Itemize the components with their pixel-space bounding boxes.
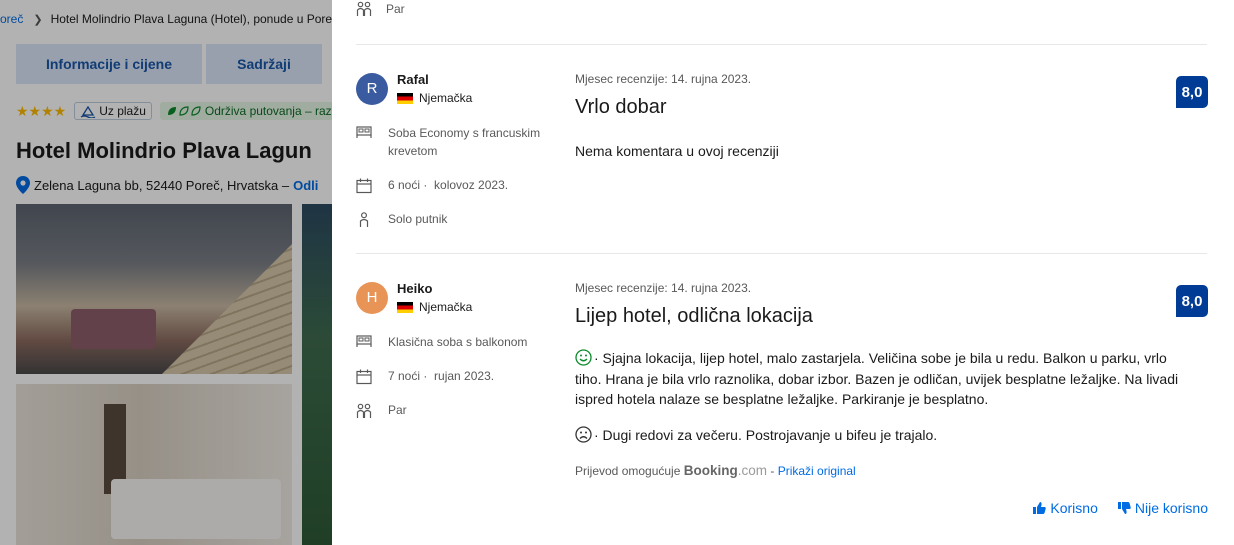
traveller-type-row: Solo putnik	[356, 210, 447, 228]
review-text: Nema komentara u ovoj recenziji	[575, 143, 779, 159]
review-score-badge: 8,0	[1176, 76, 1208, 108]
couple-icon	[356, 403, 372, 418]
couple-icon	[356, 1, 372, 16]
stay-month: rujan 2023.	[434, 369, 495, 383]
calendar-icon	[356, 369, 372, 385]
helpful-button[interactable]: Korisno	[1033, 500, 1098, 516]
review-feedback: Korisno Nije korisno	[1033, 500, 1208, 516]
previous-review-traveller: Par	[356, 1, 405, 17]
traveller-type: Par	[386, 2, 405, 16]
review-score-badge: 8,0	[1176, 285, 1208, 317]
bed-icon	[356, 126, 372, 138]
calendar-icon	[356, 178, 372, 194]
booking-logo-text: Booking	[683, 463, 738, 478]
review-positive: · Sjajna lokacija, lijep hotel, malo zas…	[575, 348, 1195, 410]
reviewer-name: Heiko	[397, 281, 433, 296]
translation-separator: -	[767, 464, 778, 478]
review-negative: · Dugi redovi za večeru. Postrojavanje u…	[575, 425, 1195, 446]
room-name: Klasična soba s balkonom	[388, 335, 528, 349]
country-name: Njemačka	[419, 300, 473, 314]
show-original-link[interactable]: Prikaži original	[778, 464, 856, 478]
translation-prefix: Prijevod omogućuje	[575, 464, 681, 478]
stay-duration: 7 noći · rujan 2023.	[356, 367, 494, 385]
review-divider	[356, 44, 1207, 45]
bed-icon	[356, 335, 372, 347]
thumbs-down-icon	[1117, 502, 1131, 514]
reviews-panel: Par R Rafal Njemačka Soba Economy s fran…	[332, 0, 1234, 545]
reviewer-country: Njemačka	[397, 300, 472, 314]
helpful-label: Korisno	[1050, 500, 1098, 516]
avatar: H	[356, 281, 388, 314]
thumbs-up-icon	[1033, 502, 1047, 514]
solo-person-icon	[359, 212, 369, 227]
reviewer-country: Njemačka	[397, 91, 472, 105]
positive-text: · Sjajna lokacija, lijep hotel, malo zas…	[575, 350, 1179, 407]
not-helpful-label: Nije korisno	[1134, 500, 1208, 516]
review-date: Mjesec recenzije: 14. rujna 2023.	[575, 281, 752, 295]
traveller-type-row: Par	[356, 401, 407, 419]
review-title: Lijep hotel, odlična lokacija	[575, 305, 813, 327]
review-title: Vrlo dobar	[575, 96, 667, 118]
germany-flag-icon	[397, 301, 413, 313]
nights-count: 6 noći ·	[388, 178, 428, 192]
reviewer-info: R Rafal Njemačka	[356, 72, 556, 105]
traveller-type: Par	[388, 403, 407, 417]
reviewer-name: Rafal	[397, 72, 429, 87]
modal-backdrop[interactable]	[0, 0, 332, 545]
germany-flag-icon	[397, 92, 413, 104]
translation-note: Prijevod omogućuje Booking.com - Prikaži…	[575, 463, 856, 478]
stay-duration: 6 noći · kolovoz 2023.	[356, 176, 508, 194]
booking-logo-suffix: .com	[737, 463, 768, 478]
smiley-sad-icon	[575, 426, 592, 443]
room-name: Soba Economy s francuskim krevetom	[388, 126, 541, 158]
country-name: Njemačka	[419, 91, 473, 105]
avatar: R	[356, 72, 388, 105]
not-helpful-button[interactable]: Nije korisno	[1117, 500, 1208, 516]
room-type: Soba Economy s francuskim krevetom	[356, 124, 548, 160]
background-hotel-page: oreč ❯ Hotel Molindrio Plava Laguna (Hotel…	[0, 0, 332, 545]
reviewer-info: H Heiko Njemačka	[356, 281, 556, 314]
review-date: Mjesec recenzije: 14. rujna 2023.	[575, 72, 752, 86]
review-divider	[356, 253, 1207, 254]
nights-count: 7 noći ·	[388, 369, 428, 383]
room-type: Klasična soba s balkonom	[356, 333, 548, 351]
negative-text: · Dugi redovi za večeru. Postrojavanje u…	[594, 427, 938, 443]
stay-month: kolovoz 2023.	[434, 178, 509, 192]
booking-logo: Booking.com	[684, 463, 767, 478]
traveller-type: Solo putnik	[388, 212, 448, 226]
smiley-happy-icon	[575, 349, 592, 366]
